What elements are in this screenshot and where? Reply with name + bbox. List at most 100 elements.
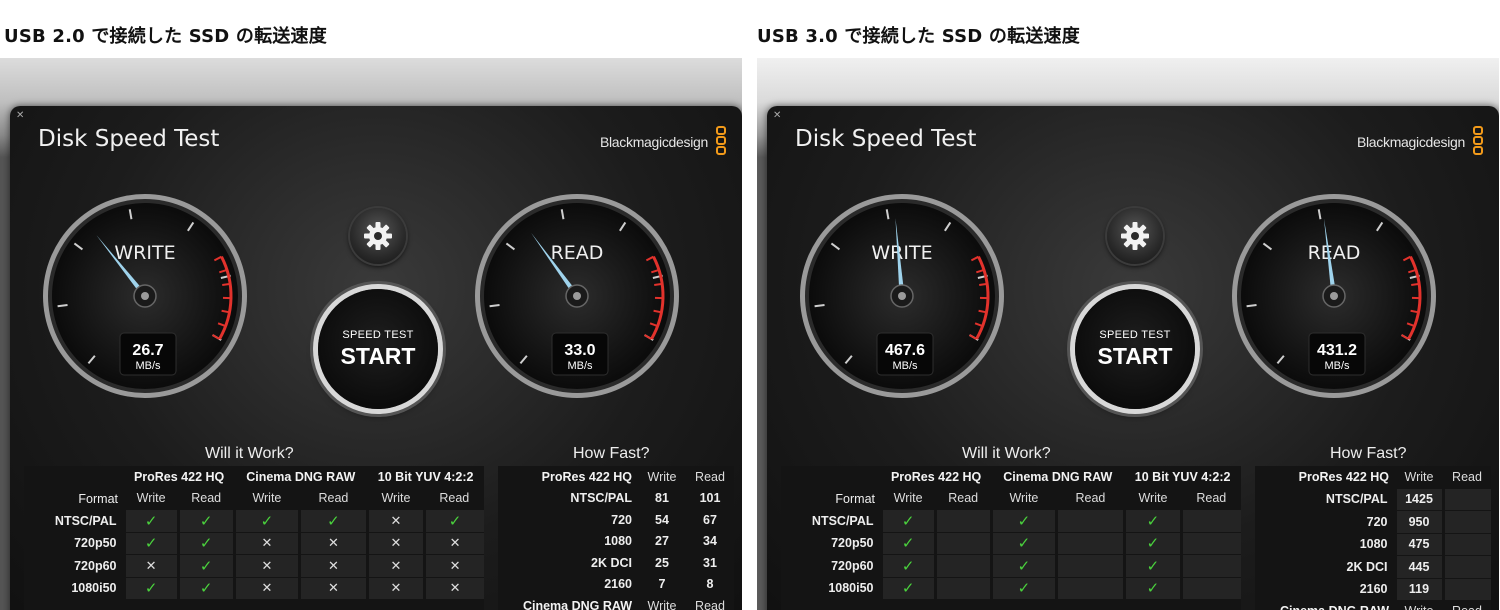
format-name: 720	[1366, 514, 1388, 529]
speed-unit: MB/s	[892, 360, 918, 372]
write-fps: 25	[655, 555, 669, 570]
cross-icon: ✕	[365, 531, 425, 555]
write-fps: 119	[1393, 577, 1443, 600]
read-header: Read	[191, 491, 222, 506]
codec-header: Cinema DNG RAW	[1003, 469, 1113, 484]
gear-icon	[1121, 222, 1149, 250]
app-title: Disk Speed Test	[795, 126, 977, 152]
gauge-label: READ	[551, 242, 604, 264]
check-icon: ✓	[879, 576, 936, 599]
check-icon: ✓	[423, 509, 484, 532]
check-icon: ✓	[232, 509, 300, 532]
format-name: 2160	[1359, 582, 1388, 596]
write-header: Write	[381, 491, 411, 506]
how-fast-panel: ProRes 422 HQ Write Read NTSC/PAL 81 101 720 54…	[498, 466, 734, 610]
read-fps	[1441, 577, 1491, 600]
format-row: NTSC/PAL ✓ ✓ ✓	[781, 509, 1241, 532]
empty-cell	[933, 509, 992, 532]
speed-value: 467.6	[885, 342, 925, 359]
how-fast-next-codec: Cinema DNG RAW	[522, 598, 632, 610]
speed-unit: MB/s	[135, 360, 161, 372]
write-fps: 81	[655, 491, 669, 506]
caption-usb3: USB 3.0 で接続した SSD の転送速度	[757, 26, 1080, 47]
cross-icon: ✕	[365, 576, 425, 599]
read-gauge: READ 33.0 MB/s	[472, 191, 682, 401]
settings-button[interactable]	[1107, 208, 1163, 264]
format-name: 1080	[1359, 537, 1388, 552]
write-header: Write	[1395, 600, 1443, 610]
speed-value: 431.2	[1317, 342, 1357, 359]
blackmagic-logo-icon	[716, 126, 728, 162]
start-button-label: START	[340, 343, 416, 369]
close-icon[interactable]: ✕	[16, 110, 24, 121]
check-icon: ✓	[176, 576, 235, 599]
check-icon: ✓	[298, 509, 368, 532]
write-header: Write	[136, 491, 166, 506]
format-name: 720p60	[74, 558, 117, 573]
gauge-label: WRITE	[871, 242, 932, 264]
caption-usb2: USB 2.0 で接続した SSD の転送速度	[4, 26, 327, 47]
write-fps: 475	[1393, 532, 1443, 556]
cross-icon: ✕	[298, 576, 368, 599]
format-row: 720p60 ✕ ✓ ✕ ✕ ✕ ✕	[24, 554, 484, 577]
write-header: Write	[647, 469, 677, 484]
close-icon[interactable]: ✕	[773, 110, 781, 121]
format-row: 720p60 ✓ ✓ ✓	[781, 554, 1241, 577]
how-fast-title: How Fast?	[573, 445, 650, 462]
speed-unit: MB/s	[1324, 360, 1350, 372]
cross-icon: ✕	[122, 554, 179, 577]
cross-icon: ✕	[423, 531, 484, 555]
cross-icon: ✕	[365, 554, 425, 577]
how-fast-next-codec: Cinema DNG RAW	[1255, 600, 1395, 610]
check-icon: ✓	[879, 531, 936, 555]
check-icon: ✓	[989, 531, 1057, 555]
write-fps: 7	[658, 577, 666, 592]
empty-cell	[933, 554, 992, 577]
cross-icon: ✕	[423, 554, 484, 577]
cross-icon: ✕	[232, 531, 300, 555]
write-gauge: WRITE 467.6 MB/s	[797, 191, 1007, 401]
speed-test-start-button[interactable]: SPEED TEST START	[1075, 289, 1195, 409]
speed-value: 33.0	[564, 342, 595, 359]
settings-button[interactable]	[350, 208, 406, 264]
will-it-work-title: Will it Work?	[205, 445, 294, 462]
read-header: Read	[1452, 469, 1482, 484]
gauge-tick	[1246, 304, 1257, 308]
gauge-tick	[814, 304, 825, 308]
how-fast-row: 2160 7 8	[498, 574, 734, 596]
write-header: Write	[1138, 491, 1168, 506]
read-header: Read	[695, 598, 725, 610]
will-it-work-title: Will it Work?	[962, 445, 1051, 462]
gauge-tick	[489, 304, 500, 308]
write-fps: 950	[1393, 510, 1443, 533]
how-fast-row: 1080 475	[1255, 532, 1491, 556]
read-fps: 34	[703, 534, 717, 549]
gauge-label: WRITE	[114, 242, 175, 264]
empty-cell	[1180, 531, 1241, 555]
write-fps: 54	[655, 512, 669, 527]
empty-cell	[933, 576, 992, 599]
how-fast-row: NTSC/PAL 1425	[1255, 487, 1491, 511]
cross-icon: ✕	[298, 554, 368, 577]
cross-icon: ✕	[232, 554, 300, 577]
speed-value: 26.7	[132, 342, 163, 359]
how-fast-table: ProRes 422 HQ Write Read NTSC/PAL 1425 720 950…	[1255, 466, 1491, 610]
check-icon: ✓	[176, 554, 235, 577]
empty-cell	[1055, 509, 1125, 532]
read-header: Read	[1443, 600, 1491, 610]
check-icon: ✓	[122, 576, 179, 599]
how-fast-row: 1080 27 34	[498, 531, 734, 553]
write-gauge: WRITE 26.7 MB/s	[40, 191, 250, 401]
speed-test-start-button[interactable]: SPEED TEST START	[318, 289, 438, 409]
start-button-caption: SPEED TEST	[1099, 329, 1171, 341]
how-fast-row: 720 54 67	[498, 509, 734, 531]
how-fast-row: 720 950	[1255, 510, 1491, 533]
how-fast-codec: ProRes 422 HQ	[1298, 470, 1389, 484]
write-header: Write	[1404, 469, 1434, 484]
codec-header: ProRes 422 HQ	[890, 469, 982, 484]
gauge-dial: WRITE 26.7MB/s	[43, 194, 247, 398]
read-header: Read	[948, 491, 979, 506]
check-icon: ✓	[879, 509, 936, 532]
how-fast-row: 2K DCI 445	[1255, 555, 1491, 578]
read-fps: 101	[699, 491, 721, 506]
